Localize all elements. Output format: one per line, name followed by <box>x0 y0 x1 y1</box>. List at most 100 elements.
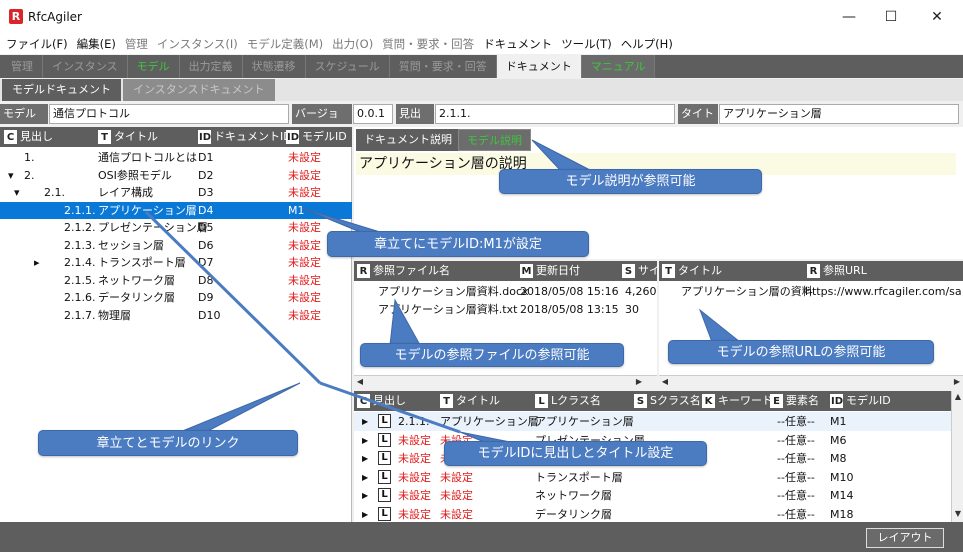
model-row[interactable]: ▶ L 未設定 未設定 データリンク層 --任意-- M18 <box>354 505 951 524</box>
menu-item[interactable]: インスタンス(I) <box>157 36 238 52</box>
lclass-badge-icon: L <box>378 469 391 484</box>
tree-row[interactable]: 1. 通信プロトコルとは D1 未設定 <box>0 149 352 166</box>
ref-files-header-updated[interactable]: M 更新日付 <box>520 263 580 279</box>
menu-item[interactable]: モデル定義(M) <box>247 36 323 52</box>
models-header-heading[interactable]: C 見出し <box>357 393 406 409</box>
tree-row[interactable]: 2.1.6. データリンク層 D9 未設定 <box>0 289 352 306</box>
model-row-title: 未設定 <box>440 470 473 484</box>
menu-item[interactable]: 編集(E) <box>77 36 116 52</box>
tab-main[interactable]: マニュアル <box>581 55 656 78</box>
tree-row-doc-id: D8 <box>198 273 214 287</box>
ref-urls-header-title[interactable]: T タイトル <box>662 263 722 279</box>
close-button[interactable]: ✕ <box>914 4 960 30</box>
models-header-keyword[interactable]: K キーワード <box>702 393 773 409</box>
tab-main[interactable]: 管理 <box>2 55 43 78</box>
menu-item[interactable]: ドキュメント <box>483 36 552 52</box>
row-expand-icon[interactable]: ▶ <box>362 468 368 487</box>
model-row-lclass: アプリケーション層 <box>535 415 634 428</box>
row-expand-icon[interactable]: ▶ <box>362 505 368 524</box>
row-expand-icon[interactable]: ▶ <box>362 412 368 431</box>
models-header-sclass[interactable]: S Sクラス名 <box>634 393 701 409</box>
models-header-title[interactable]: T タイトル <box>440 393 500 409</box>
models-header-model-id[interactable]: ID モデルID <box>830 393 891 409</box>
tree-row[interactable]: 2.1.1. アプリケーション層 D4 M1 <box>0 201 352 219</box>
model-row-heading: 未設定 <box>398 470 431 484</box>
scroll-left-icon[interactable]: ◀ <box>354 376 366 388</box>
ref-files-header-name[interactable]: R 参照ファイル名 <box>357 263 450 279</box>
expand-toggle-icon[interactable]: ▾ <box>14 184 20 201</box>
tree-row[interactable]: 2.1.5. ネットワーク層 D8 未設定 <box>0 272 352 289</box>
tab-main[interactable]: スケジュール <box>306 55 390 78</box>
scroll-right-icon[interactable]: ▶ <box>633 376 645 388</box>
ref-file-row[interactable]: アプリケーション層資料.docx 2018/05/08 15:16 4,260 <box>354 282 657 301</box>
model-row-model-id: M18 <box>830 507 854 521</box>
tree-header-doc-id[interactable]: ID ドキュメントID <box>198 129 292 145</box>
status-bar: レイアウト <box>0 522 963 552</box>
tree-row[interactable]: ▾ 2. OSI参照モデル D2 未設定 <box>0 167 352 184</box>
minimize-button[interactable]: — <box>826 4 872 30</box>
maximize-button[interactable]: ☐ <box>868 4 914 30</box>
tree-row[interactable]: 2.1.2. プレゼンテーション層 D5 未設定 <box>0 219 352 236</box>
scroll-left-icon[interactable]: ◀ <box>659 376 671 388</box>
heading-field[interactable]: 2.1.1. <box>435 104 675 124</box>
title-field[interactable]: アプリケーション層 <box>719 104 959 124</box>
menu-item[interactable]: ツール(T) <box>561 36 612 52</box>
expand-toggle-icon[interactable]: ▾ <box>8 167 14 184</box>
row-expand-icon[interactable]: ▶ <box>362 431 368 450</box>
menu-item[interactable]: 出力(O) <box>332 36 373 52</box>
tab-main[interactable]: ドキュメント <box>496 55 582 78</box>
menu-item[interactable]: ヘルプ(H) <box>621 36 673 52</box>
tab-main[interactable]: 出力定義 <box>180 55 243 78</box>
menu-item[interactable]: ファイル(F) <box>6 36 68 52</box>
scroll-right-icon[interactable]: ▶ <box>951 376 963 388</box>
tree-row[interactable]: 2.1.7. 物理層 D10 未設定 <box>0 307 352 324</box>
row-expand-icon[interactable]: ▶ <box>362 486 368 505</box>
ref-urls-header-url[interactable]: R 参照URL <box>807 263 867 279</box>
model-row-lclass: ネットワーク層 <box>535 489 612 502</box>
row-expand-icon[interactable]: ▶ <box>362 449 368 468</box>
ref-files-horizontal-scrollbar[interactable]: ◀ ▶ <box>354 375 657 387</box>
ref-url-link[interactable]: https://www.rfcagiler.com/sa <box>805 282 962 301</box>
tree-header-heading[interactable]: C 見出し <box>4 129 53 145</box>
tab-document-description[interactable]: ドキュメント説明 <box>356 129 460 151</box>
model-name-field[interactable]: 通信プロトコル <box>49 104 289 124</box>
scroll-down-icon[interactable]: ▼ <box>952 508 963 520</box>
tab-document-type[interactable]: インスタンスドキュメント <box>123 79 275 101</box>
ref-files-header-size[interactable]: S サイ <box>622 263 660 279</box>
tree-row-model-id: 未設定 <box>288 168 321 182</box>
menu-item[interactable]: 質問・要求・回答 <box>382 36 474 52</box>
tree-row-title: プレゼンテーション層 <box>98 221 208 234</box>
model-row[interactable]: ▶ L 2.1.1. アプリケーション層 アプリケーション層 --任意-- M1 <box>354 412 951 431</box>
model-row[interactable]: ▶ L 未設定 未設定 トランスポート層 --任意-- M10 <box>354 468 951 487</box>
tab-document-type[interactable]: モデルドキュメント <box>2 79 121 101</box>
tree-row[interactable]: ▾ 2.1. レイア構成 D3 未設定 <box>0 184 352 201</box>
tree-row-doc-id: D9 <box>198 291 214 304</box>
model-row-title: アプリケーション層 <box>440 415 539 428</box>
tab-main[interactable]: インスタンス <box>43 55 128 78</box>
tab-main[interactable]: 状態遷移 <box>243 55 306 78</box>
tree-header-title[interactable]: T タイトル <box>98 129 158 145</box>
model-row[interactable]: ▶ L 未設定 未設定 ネットワーク層 --任意-- M14 <box>354 486 951 505</box>
tree-row-model-id: 未設定 <box>288 151 321 164</box>
models-header-element[interactable]: E 要素名 <box>770 393 819 409</box>
ref-url-row[interactable]: アプリケーション層の資料 https://www.rfcagiler.com/sa <box>659 282 963 301</box>
tab-main[interactable]: 質問・要求・回答 <box>390 55 497 78</box>
version-field[interactable]: 0.0.1 <box>353 104 393 124</box>
tab-main[interactable]: モデル <box>128 55 180 78</box>
ref-urls-horizontal-scrollbar[interactable]: ◀ ▶ <box>659 375 963 387</box>
tree-header-model-id[interactable]: ID モデルID <box>286 129 347 145</box>
menu-item[interactable]: 管理 <box>125 36 148 52</box>
tree-row[interactable]: 2.1.3. セッション層 D6 未設定 <box>0 237 352 254</box>
tab-model-description[interactable]: モデル説明 <box>458 129 531 151</box>
layout-button[interactable]: レイアウト <box>866 528 944 548</box>
scroll-up-icon[interactable]: ▲ <box>952 391 963 403</box>
tree-row-model-id: 未設定 <box>288 221 321 234</box>
tree-row-doc-id: D1 <box>198 151 214 164</box>
models-vertical-scrollbar[interactable]: ▲ ▼ <box>951 391 963 522</box>
ref-file-row[interactable]: アプリケーション層資料.txt 2018/05/08 13:15 30 <box>354 300 645 319</box>
tree-row[interactable]: ▸ 2.1.4. トランスポート層 D7 未設定 <box>0 254 352 271</box>
tree-row-heading: 2.1.2. <box>64 221 96 234</box>
models-header-lclass[interactable]: L Lクラス名 <box>535 393 601 409</box>
id-badge-icon: ID <box>286 130 300 144</box>
expand-toggle-icon[interactable]: ▸ <box>34 254 40 271</box>
